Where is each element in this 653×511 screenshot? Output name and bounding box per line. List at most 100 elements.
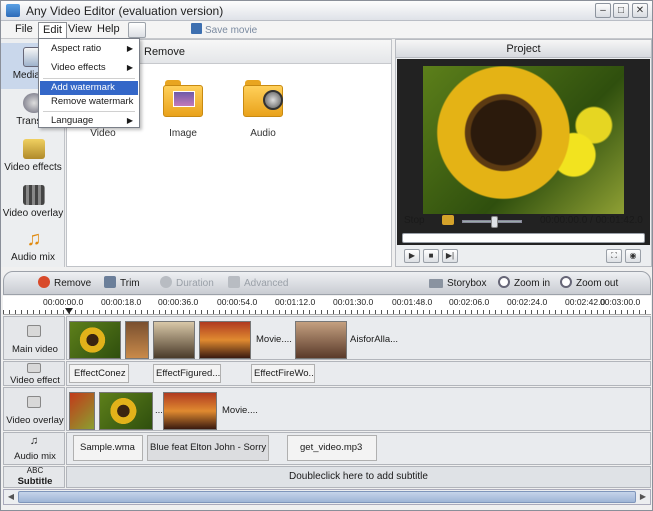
stop-icon[interactable]: ■ xyxy=(423,249,439,263)
menu-bar: File Edit View Help Save movie xyxy=(1,21,652,39)
scrollbar-thumb[interactable] xyxy=(18,491,636,503)
scroll-left-icon[interactable]: ◀ xyxy=(5,491,17,503)
save-icon xyxy=(191,23,202,34)
play-icon[interactable]: ▶ xyxy=(404,249,420,263)
menu-item-label: Language xyxy=(51,115,94,126)
subtitle-track[interactable]: Doubleclick here to add subtitle xyxy=(66,466,651,488)
menu-edit[interactable]: Edit xyxy=(38,22,67,38)
sidebar-item-video-overlay[interactable]: Video overlay xyxy=(1,181,65,227)
video-clip-thumbnail[interactable] xyxy=(125,321,149,359)
scroll-right-icon[interactable]: ▶ xyxy=(637,491,649,503)
track-label-text: Video overlay xyxy=(6,415,64,426)
audio-clip[interactable]: get_video.mp3 xyxy=(287,435,377,461)
minimize-button[interactable]: – xyxy=(595,3,611,18)
sidebar-item-label: Audio mix xyxy=(11,252,55,263)
media-item-label: Audio xyxy=(250,128,276,139)
menu-item-remove-watermark[interactable]: Remove watermark xyxy=(40,95,138,109)
volume-icon[interactable] xyxy=(442,215,454,225)
advanced-icon xyxy=(228,276,240,288)
music-note-icon: ♫ xyxy=(26,228,42,250)
image-folder-icon xyxy=(163,80,203,120)
track-label-text: Subtitle xyxy=(17,476,53,487)
effect-clip[interactable]: EffectFigured... xyxy=(153,364,221,383)
volume-slider[interactable] xyxy=(462,216,522,228)
overlay-clip-thumbnail[interactable] xyxy=(99,392,153,430)
menu-separator xyxy=(43,78,135,79)
button-label: Duration xyxy=(176,278,214,289)
video-clip-thumbnail[interactable] xyxy=(295,321,347,359)
submenu-arrow-icon: ▶ xyxy=(126,63,133,72)
monitor-icon[interactable] xyxy=(154,22,172,38)
video-effect-track[interactable]: EffectConez EffectFigured... EffectFireW… xyxy=(66,361,651,386)
ruler-tick: 00:03:00.0 xyxy=(600,297,641,307)
menu-item-video-effects[interactable]: Video effects ▶ xyxy=(40,61,138,75)
volume-slider-handle[interactable] xyxy=(491,216,498,228)
timeline-ruler[interactable]: 00:00:00.0 00:00:18.0 00:00:36.0 00:00:5… xyxy=(3,296,651,315)
media-remove-button[interactable]: Remove xyxy=(144,46,185,58)
subtitle-icon: ABC xyxy=(26,466,44,475)
ruler-tick: 00:01:48.0 xyxy=(392,297,433,307)
timeline-toolbar: Remove Trim Duration Advanced Storybox Z… xyxy=(3,271,651,295)
clip-label: AisforAlla... xyxy=(350,334,399,345)
duration-button[interactable]: Duration xyxy=(160,276,214,292)
track-label-main-video: Main video xyxy=(3,316,65,360)
menu-help[interactable]: Help xyxy=(93,22,124,38)
close-button[interactable]: ✕ xyxy=(632,3,648,18)
video-clip-thumbnail[interactable] xyxy=(153,321,195,359)
storybox-button[interactable]: Storybox xyxy=(429,276,486,292)
menu-item-language[interactable]: Language ▶ xyxy=(40,114,138,128)
snapshot-camera-icon[interactable]: ◉ xyxy=(625,249,641,263)
video-overlay-icon xyxy=(23,185,45,205)
save-movie-button[interactable]: Save movie xyxy=(191,23,257,36)
seek-bar[interactable] xyxy=(402,233,645,243)
audio-mix-track[interactable]: Sample.wma Blue feat Elton John - Sorry … xyxy=(66,432,651,465)
timeline-scrollbar[interactable]: ◀ ▶ xyxy=(3,489,651,505)
project-panel: Project Stop 00:00:00.0 / 00:01:42.0 ▶ ■… xyxy=(395,39,652,267)
audio-clip[interactable]: Sample.wma xyxy=(73,435,143,461)
fullscreen-preview-icon[interactable]: ⛶ xyxy=(606,249,622,263)
sidebar-item-audio-mix[interactable]: ♫ Audio mix xyxy=(1,225,65,271)
video-clip-thumbnail[interactable] xyxy=(69,321,121,359)
button-label: Zoom out xyxy=(576,278,619,289)
fullscreen-icon[interactable] xyxy=(128,22,146,38)
media-audio-folder[interactable]: Audio xyxy=(233,78,293,139)
menu-view[interactable]: View xyxy=(64,22,96,38)
overlay-clip-thumbnail[interactable] xyxy=(69,392,95,430)
ruler-scale xyxy=(3,310,649,314)
track-label-video-overlay: Video overlay xyxy=(3,387,65,431)
main-video-track[interactable]: Movie.... AisforAlla... xyxy=(66,316,651,360)
maximize-button[interactable]: □ xyxy=(613,3,629,18)
ruler-tick: 00:02:24.0 xyxy=(507,297,548,307)
video-clip-thumbnail[interactable] xyxy=(199,321,251,359)
track-label-audio-mix: ♫ Audio mix xyxy=(3,432,65,465)
trim-button[interactable]: Trim xyxy=(104,276,140,292)
effect-clip[interactable]: EffectConez xyxy=(69,364,129,383)
media-image-folder[interactable]: Image xyxy=(153,78,213,139)
timeline-remove-button[interactable]: Remove xyxy=(38,276,91,292)
clock-icon xyxy=(160,276,172,288)
effect-clip[interactable]: EffectFireWo... xyxy=(251,364,315,383)
next-frame-icon[interactable]: ▶| xyxy=(442,249,458,263)
menu-item-label: Aspect ratio xyxy=(51,43,102,54)
track-label-text: Video effect xyxy=(10,375,60,386)
advanced-button[interactable]: Advanced xyxy=(228,276,288,292)
playhead-marker[interactable] xyxy=(65,308,73,314)
sidebar-item-video-effects[interactable]: Video effects xyxy=(1,135,65,181)
menu-file[interactable]: File xyxy=(11,22,37,38)
zoom-in-button[interactable]: Zoom in xyxy=(498,276,550,292)
playback-controls: ▶ ■ ▶| ⛶ ◉ xyxy=(396,247,651,267)
overlay-clip-thumbnail[interactable] xyxy=(163,392,217,430)
zoom-out-button[interactable]: Zoom out xyxy=(560,276,618,292)
audio-clip[interactable]: Blue feat Elton John - Sorry S... xyxy=(147,435,269,461)
submenu-arrow-icon: ▶ xyxy=(126,116,133,125)
window-title: Any Video Editor (evaluation version) xyxy=(26,4,224,18)
menu-item-aspect-ratio[interactable]: Aspect ratio ▶ xyxy=(40,42,138,56)
preview-frame-image xyxy=(423,66,624,214)
track-label-text: Audio mix xyxy=(14,451,56,462)
ruler-tick: 00:02:06.0 xyxy=(449,297,490,307)
video-overlay-track[interactable]: ... Movie.... xyxy=(66,387,651,431)
menu-item-add-watermark[interactable]: Add watermark xyxy=(40,81,138,95)
remove-icon xyxy=(38,276,50,288)
track-label-text: Main video xyxy=(12,344,58,355)
sidebar-item-label: Video effects xyxy=(4,162,62,173)
